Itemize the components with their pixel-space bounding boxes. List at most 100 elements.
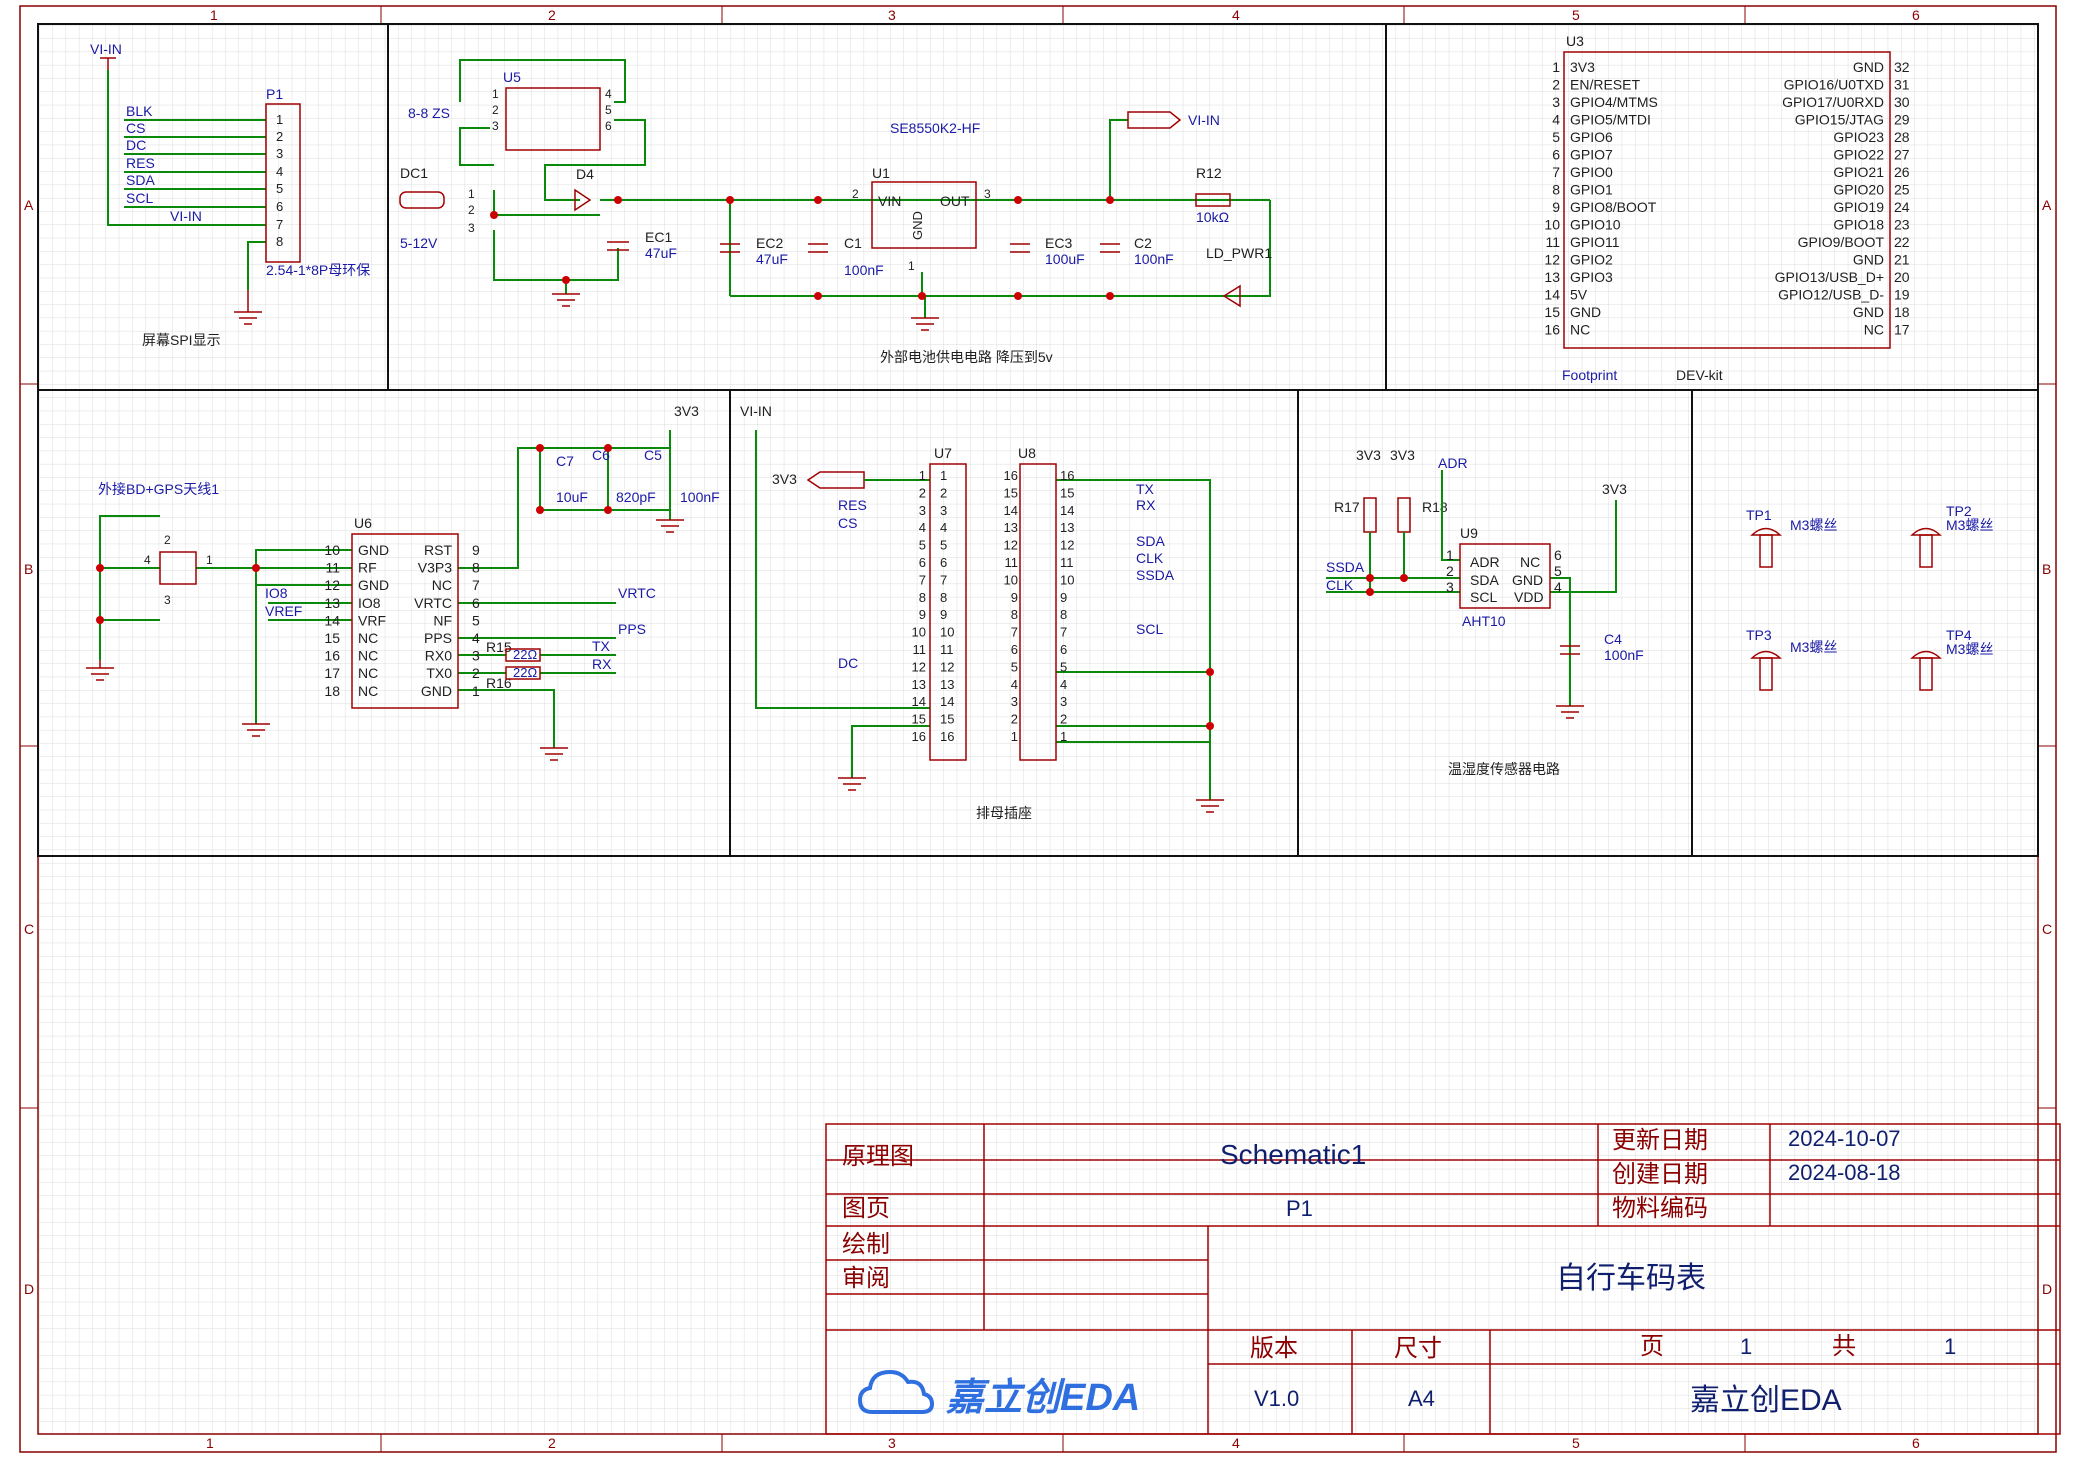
- u7-pin-number-outer: 13: [912, 677, 926, 692]
- r17-designator: R17: [1334, 499, 1360, 515]
- c7-designator: C7: [556, 453, 574, 469]
- page-value: P1: [1286, 1196, 1313, 1221]
- u7-pin-number-outer: 8: [919, 590, 926, 605]
- u3-pin-number: 24: [1894, 199, 1910, 215]
- u3-pin-number: 13: [1544, 269, 1560, 285]
- net-sda: SDA: [1136, 533, 1165, 549]
- u8-pin-number-outer: 12: [1004, 538, 1018, 553]
- sheet-grid: [38, 24, 2038, 1434]
- svg-text:2: 2: [468, 203, 475, 217]
- net-dc: DC: [126, 137, 146, 153]
- u7-pin-number-outer: 10: [912, 625, 926, 640]
- col-label-bottom: 5: [1572, 1435, 1580, 1451]
- u3-pin-number: 22: [1894, 234, 1910, 250]
- junction-dot: [614, 196, 622, 204]
- u3-pin-number: 20: [1894, 269, 1910, 285]
- spi-caption: 屏幕SPI显示: [142, 332, 221, 348]
- junction-dot: [814, 292, 822, 300]
- junction-dot: [96, 564, 104, 572]
- svg-text:2: 2: [1446, 563, 1454, 579]
- u3-pin-number: 30: [1894, 94, 1910, 110]
- col-label-bottom: 1: [206, 1435, 214, 1451]
- u3-pin-name: GND: [1853, 252, 1884, 268]
- u3-pin-number: 15: [1544, 304, 1560, 320]
- netflag-vin: VI-IN: [90, 41, 122, 57]
- svg-text:6: 6: [605, 119, 612, 133]
- svg-text:OUT: OUT: [940, 193, 970, 209]
- u3-pin-name: GPIO18: [1833, 217, 1884, 233]
- net-pps: PPS: [618, 621, 646, 637]
- row-label-left: A: [24, 197, 34, 213]
- u6-pin-number: 2: [472, 665, 480, 681]
- u3-pin-number: 18: [1894, 304, 1910, 320]
- junction-dot: [536, 506, 544, 514]
- junction-dot: [604, 506, 612, 514]
- schematic-sheet[interactable]: 1 2 3 4 5 6 1 2 3 4 5 6 A B C D A B C D …: [0, 0, 2076, 1460]
- ec2-designator: EC2: [756, 235, 783, 251]
- u3-pin-number: 2: [1552, 77, 1560, 93]
- svg-text:3: 3: [984, 187, 991, 201]
- u1-designator: U1: [872, 165, 890, 181]
- ec2-value: 47uF: [756, 251, 788, 267]
- junction-dot: [918, 292, 926, 300]
- r12-designator: R12: [1196, 165, 1222, 181]
- net-scl: SCL: [1136, 621, 1163, 637]
- row-label-right: C: [2042, 921, 2052, 937]
- c5-value: 100nF: [680, 489, 720, 505]
- u3-pin-name: GPIO3: [1570, 269, 1613, 285]
- svg-text:SCL: SCL: [1470, 589, 1497, 605]
- svg-text:4: 4: [1554, 579, 1562, 595]
- u6-pin-number: 5: [472, 612, 480, 628]
- u3-pin-name: 3V3: [1570, 59, 1595, 75]
- u3-pin-number: 17: [1894, 322, 1910, 338]
- tp4-value: M3螺丝: [1946, 641, 1993, 657]
- version-label: 版本: [1250, 1335, 1298, 1362]
- size-label: 尺寸: [1394, 1335, 1442, 1362]
- tp1-value: M3螺丝: [1790, 517, 1837, 533]
- u8-pin-number-outer: 9: [1011, 590, 1018, 605]
- junction-dot: [252, 564, 260, 572]
- u6-pin-number: 10: [324, 542, 340, 558]
- u3-pin-number: 32: [1894, 59, 1910, 75]
- junction-dot: [726, 196, 734, 204]
- schematic-canvas[interactable]: 1 2 3 4 5 6 1 2 3 4 5 6 A B C D A B C D …: [0, 0, 2076, 1460]
- net-rx: RX: [1136, 497, 1156, 513]
- net-clk: CLK: [1136, 550, 1164, 566]
- c4-designator: C4: [1604, 631, 1622, 647]
- u3-pin-number: 9: [1552, 199, 1560, 215]
- u7-pin-number-inner: 16: [940, 729, 954, 744]
- u8-pin-number-outer: 5: [1011, 659, 1018, 674]
- u3-pin-number: 25: [1894, 182, 1910, 198]
- u3-pin-number: 19: [1894, 287, 1910, 303]
- u8-pin-number-outer: 1: [1011, 729, 1018, 744]
- netflag-3v3: 3V3: [1602, 481, 1627, 497]
- sheet-value: 1: [1740, 1334, 1752, 1359]
- col-label-top: 3: [888, 7, 896, 23]
- row-label-left: D: [24, 1281, 34, 1297]
- u3-pin-number: 28: [1894, 129, 1910, 145]
- r15-designator: R15: [486, 639, 512, 655]
- u8-pin-number-inner: 14: [1060, 503, 1074, 518]
- u8-pin-number-inner: 7: [1060, 625, 1067, 640]
- u3-pin-number: 3: [1552, 94, 1560, 110]
- schematic-value: Schematic1: [1220, 1139, 1366, 1170]
- u9-value: AHT10: [1462, 613, 1506, 629]
- u3-pin-name: GPIO4/MTMS: [1570, 94, 1658, 110]
- svg-text:2: 2: [164, 533, 171, 547]
- project-title: 自行车码表: [1556, 1262, 1706, 1295]
- u3-pin-number: 5: [1552, 129, 1560, 145]
- c5-designator: C5: [644, 447, 662, 463]
- u7-pin-number-outer: 9: [919, 607, 926, 622]
- c1-value: 100nF: [844, 262, 884, 278]
- material-label: 物料编码: [1612, 1195, 1708, 1222]
- row-label-left: C: [24, 921, 34, 937]
- u3-pin-number: 11: [1545, 234, 1560, 250]
- c4-value: 100nF: [1604, 647, 1644, 663]
- net-cs: CS: [126, 120, 145, 136]
- u3-pin-name: GPIO20: [1833, 182, 1884, 198]
- u3-pin-name: GND: [1853, 59, 1884, 75]
- svg-text:3: 3: [1446, 579, 1454, 595]
- sensor-caption: 温湿度传感器电路: [1448, 761, 1560, 777]
- u3-pin-name: EN/RESET: [1570, 77, 1640, 93]
- u8-pin-number-outer: 8: [1011, 607, 1018, 622]
